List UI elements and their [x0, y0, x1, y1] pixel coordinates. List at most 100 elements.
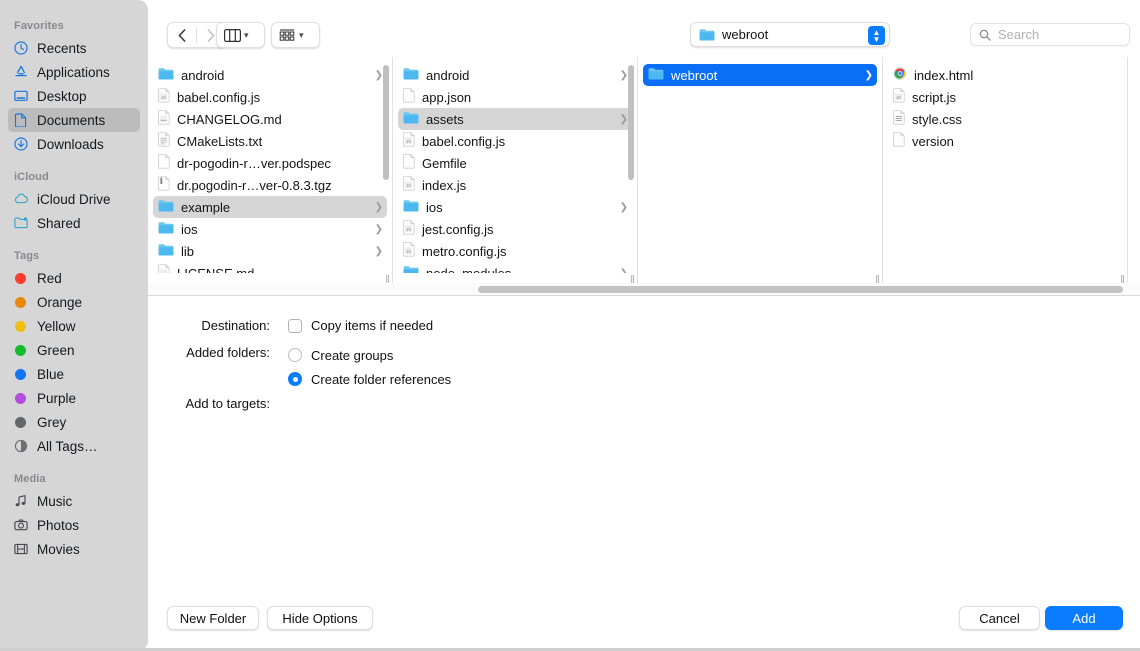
- file-name: dr-pogodin-r…ver.podspec: [177, 155, 331, 171]
- sidebar-item-movies[interactable]: Movies: [8, 537, 140, 561]
- copy-items-checkbox[interactable]: [288, 318, 302, 333]
- file-row[interactable]: LICENSE.md: [153, 262, 387, 273]
- file-row[interactable]: ios ❯: [153, 218, 387, 240]
- file-row[interactable]: ios ❯: [398, 196, 632, 218]
- file-row[interactable]: node_modules ❯: [398, 262, 632, 273]
- chevron-left-icon: [178, 28, 186, 42]
- search-field[interactable]: Search: [970, 23, 1130, 46]
- file-row[interactable]: JS script.js: [888, 86, 1122, 108]
- music-note-icon-wrap: [14, 493, 34, 509]
- horizontal-scrollbar-thumb[interactable]: [478, 286, 1123, 293]
- file-row[interactable]: example ❯: [153, 196, 387, 218]
- vertical-scrollbar-thumb[interactable]: [628, 65, 634, 180]
- film-icon-wrap: [14, 541, 34, 557]
- file-row[interactable]: webroot ❯: [643, 64, 877, 86]
- file-row[interactable]: JS jest.config.js: [398, 218, 632, 240]
- sidebar-item-recents[interactable]: Recents: [8, 36, 140, 60]
- file-row[interactable]: JS babel.config.js: [398, 130, 632, 152]
- sidebar-item-label: Green: [37, 342, 75, 358]
- file-row[interactable]: android ❯: [153, 64, 387, 86]
- new-folder-button[interactable]: New Folder: [167, 606, 259, 630]
- md-file-icon: [158, 263, 170, 273]
- add-button[interactable]: Add: [1045, 606, 1123, 630]
- sidebar-item-yellow[interactable]: Yellow: [8, 314, 140, 338]
- sidebar-item-music[interactable]: Music: [8, 489, 140, 513]
- path-popup-button[interactable]: webroot ▲ ▼: [690, 22, 890, 47]
- sidebar-item-purple[interactable]: Purple: [8, 386, 140, 410]
- sidebar-item-desktop[interactable]: Desktop: [8, 84, 140, 108]
- file-row[interactable]: assets ❯: [398, 108, 632, 130]
- sidebar-item-grey[interactable]: Grey: [8, 410, 140, 434]
- tag-dot-icon: [15, 320, 26, 332]
- sidebar-item-green[interactable]: Green: [8, 338, 140, 362]
- path-stepper[interactable]: ▲ ▼: [868, 26, 885, 45]
- browser-column[interactable]: webroot ❯ ||: [638, 57, 883, 289]
- column-view-button[interactable]: ▾: [216, 22, 265, 48]
- clock-icon: [14, 41, 28, 55]
- sidebar-item-red[interactable]: Red: [8, 266, 140, 290]
- sidebar-item-orange[interactable]: Orange: [8, 290, 140, 314]
- folder-icon-wrap: [158, 221, 174, 237]
- folder-icon: [699, 29, 715, 41]
- file-name: dr.pogodin-r…ver-0.8.3.tgz: [177, 177, 332, 193]
- sidebar-item-label: Downloads: [37, 136, 104, 152]
- added-folders-label: Added folders:: [186, 345, 270, 360]
- file-row[interactable]: android ❯: [398, 64, 632, 86]
- sidebar-item-shared[interactable]: Shared: [8, 211, 140, 235]
- cloud-icon: [14, 193, 28, 204]
- file-name: Gemfile: [422, 155, 467, 171]
- vertical-scrollbar-thumb[interactable]: [383, 65, 389, 180]
- browser-column[interactable]: android ❯ app.json assets ❯ JS babel.config.js…: [393, 57, 638, 289]
- folder-icon-wrap: [403, 111, 419, 127]
- tag-dot-icon-wrap: [14, 414, 34, 430]
- file-row[interactable]: Gemfile: [398, 152, 632, 174]
- plain-file-icon-wrap: [403, 87, 415, 106]
- file-row[interactable]: app.json: [398, 86, 632, 108]
- sidebar-item-documents[interactable]: Documents: [8, 108, 140, 132]
- chevron-down-icon: ▼: [872, 34, 881, 44]
- js-file-icon-wrap: JS: [403, 175, 415, 194]
- chrome-file-icon: [893, 67, 907, 80]
- browser-column[interactable]: index.html JS script.js style.css version ||: [883, 57, 1128, 289]
- plain-file-icon-wrap: [158, 153, 170, 172]
- folder-icon: [158, 200, 174, 212]
- svg-text:JS: JS: [406, 183, 411, 188]
- sidebar-item-blue[interactable]: Blue: [8, 362, 140, 386]
- back-button[interactable]: [168, 23, 196, 47]
- hide-options-button[interactable]: Hide Options: [267, 606, 373, 630]
- tag-dot-icon-wrap: [14, 294, 34, 310]
- js-file-icon-wrap: JS: [403, 131, 415, 150]
- column-browser[interactable]: android ❯ JS babel.config.js CHANGELOG.md CMa…: [148, 57, 1140, 289]
- file-row[interactable]: lib ❯: [153, 240, 387, 262]
- plain-file-icon-wrap: [893, 131, 905, 150]
- file-row[interactable]: CHANGELOG.md: [153, 108, 387, 130]
- file-row[interactable]: index.html: [888, 64, 1122, 86]
- archive-file-icon: [158, 175, 170, 191]
- plain-file-icon: [893, 131, 905, 147]
- create-folder-references-radio-row[interactable]: Create folder references: [288, 369, 451, 389]
- sidebar-item-applications[interactable]: Applications: [8, 60, 140, 84]
- cancel-button[interactable]: Cancel: [959, 606, 1040, 630]
- file-row[interactable]: dr.pogodin-r…ver-0.8.3.tgz: [153, 174, 387, 196]
- file-row[interactable]: CMakeLists.txt: [153, 130, 387, 152]
- file-row[interactable]: dr-pogodin-r…ver.podspec: [153, 152, 387, 174]
- create-folder-references-radio[interactable]: [288, 372, 302, 386]
- clock-icon-wrap: [14, 40, 34, 56]
- group-view-button[interactable]: ▾: [271, 22, 320, 48]
- sidebar-item-photos[interactable]: Photos: [8, 513, 140, 537]
- sidebar-item-all-tags[interactable]: All Tags…: [8, 434, 140, 458]
- disclosure-chevron-icon: ❯: [374, 223, 383, 235]
- create-groups-radio[interactable]: [288, 348, 302, 362]
- file-row[interactable]: JS metro.config.js: [398, 240, 632, 262]
- sidebar-item-downloads[interactable]: Downloads: [8, 132, 140, 156]
- create-groups-radio-row[interactable]: Create groups: [288, 345, 451, 365]
- file-row[interactable]: JS babel.config.js: [153, 86, 387, 108]
- file-name: script.js: [912, 89, 957, 105]
- browser-column[interactable]: android ❯ JS babel.config.js CHANGELOG.md CMa…: [148, 57, 393, 289]
- file-row[interactable]: version: [888, 130, 1122, 152]
- copy-items-checkbox-row[interactable]: Copy items if needed: [288, 318, 433, 333]
- file-row[interactable]: JS index.js: [398, 174, 632, 196]
- file-row[interactable]: style.css: [888, 108, 1122, 130]
- css-file-icon-wrap: [893, 109, 905, 128]
- sidebar-item-icloud-drive[interactable]: iCloud Drive: [8, 187, 140, 211]
